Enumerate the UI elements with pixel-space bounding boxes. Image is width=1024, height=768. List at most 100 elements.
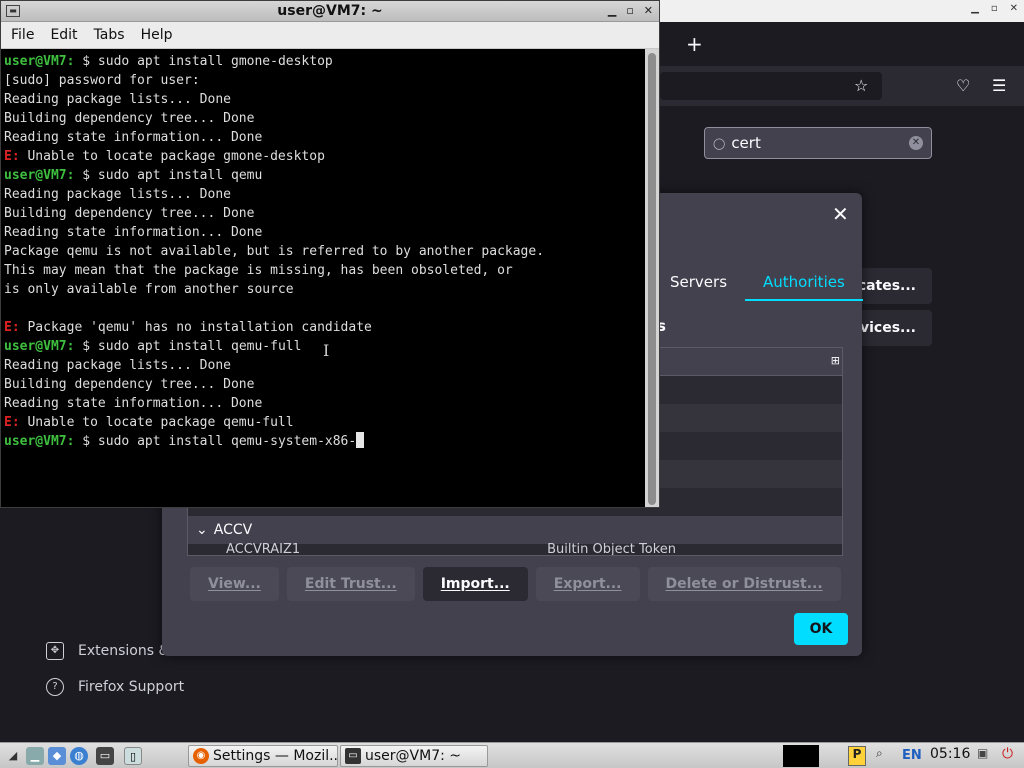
hamburger-menu-icon[interactable]: ☰ xyxy=(992,76,1006,95)
terminal-prompt: user@VM7: xyxy=(4,434,75,449)
settings-search-value: cert xyxy=(731,134,761,152)
desktop: ▁ ▫ ✕ + ☆ ♡ ☰ ◯ cert ✕ cates... vices...… xyxy=(0,0,1024,768)
pocket-icon[interactable]: ♡ xyxy=(956,76,970,95)
terminal-scrollbar[interactable] xyxy=(645,49,659,507)
terminal-line: Reading state information... Done xyxy=(4,394,644,413)
menu-file[interactable]: File xyxy=(3,27,42,43)
terminal-line-text: Reading state information... Done xyxy=(4,225,263,240)
terminal-line: Building dependency tree... Done xyxy=(4,204,644,223)
taskbar: ◢ ▁ ◆ ◍ ▭ ▯ ◉ Settings — Mozil... ▭ user… xyxy=(0,742,1024,768)
keyboard-layout-indicator[interactable]: EN xyxy=(902,748,922,763)
terminal-line-text: Unable to locate package qemu-full xyxy=(19,415,294,430)
browser-icon[interactable]: ◍ xyxy=(70,747,88,765)
scrollbar-thumb[interactable] xyxy=(648,53,656,505)
close-icon[interactable]: ✕ xyxy=(644,4,653,17)
edit-trust-button[interactable]: Edit Trust... xyxy=(286,567,415,601)
minimize-icon[interactable]: ▁ xyxy=(971,3,979,14)
help-icon: ? xyxy=(46,678,64,696)
clipboard-icon[interactable]: P xyxy=(848,746,866,766)
terminal-prompt: user@VM7: xyxy=(4,54,75,69)
clear-search-icon[interactable]: ✕ xyxy=(909,136,923,150)
error-prefix: E: xyxy=(4,415,20,430)
terminal-line-text: $ sudo apt install qemu-full xyxy=(74,339,302,354)
terminal-line: user@VM7: $ sudo apt install qemu-system… xyxy=(4,432,644,451)
certificate-tabs: Servers Authorities xyxy=(652,271,863,303)
terminal-line: [sudo] password for user: xyxy=(4,71,644,90)
power-icon[interactable]: ⏻ xyxy=(1002,746,1013,762)
clock[interactable]: 05:16 xyxy=(930,746,970,762)
terminal-output[interactable]: user@VM7: $ sudo apt install gmone-deskt… xyxy=(4,52,644,507)
terminal-line: Reading state information... Done xyxy=(4,128,644,147)
terminal-line-text: Building dependency tree... Done xyxy=(4,206,255,221)
terminal-menubar: File Edit Tabs Help xyxy=(1,22,659,49)
terminal-line: Reading package lists... Done xyxy=(4,185,644,204)
maximize-icon[interactable]: ▫ xyxy=(626,4,633,17)
terminal-line-text: This may mean that the package is missin… xyxy=(4,263,513,278)
terminal-line-text: Reading package lists... Done xyxy=(4,358,231,373)
firefox-support-label: Firefox Support xyxy=(78,679,185,695)
terminal-line: Building dependency tree... Done xyxy=(4,109,644,128)
terminal-line: user@VM7: $ sudo apt install gmone-deskt… xyxy=(4,52,644,71)
tree-group-row[interactable]: ⌄ ACCV xyxy=(188,516,842,544)
task-firefox[interactable]: ◉ Settings — Mozil... xyxy=(188,745,338,767)
workspace-icon[interactable]: ▯ xyxy=(124,747,142,765)
error-prefix: E: xyxy=(4,149,20,164)
chevron-down-icon: ⌄ xyxy=(196,522,208,538)
terminal-line: is only available from another source xyxy=(4,280,644,299)
start-menu-icon[interactable]: ◢ xyxy=(4,747,22,765)
terminal-line-text: Reading package lists... Done xyxy=(4,92,231,107)
screen-search-icon[interactable]: ⌕ xyxy=(876,746,883,761)
terminal-line: E: Unable to locate package gmone-deskto… xyxy=(4,147,644,166)
terminal-line: Package qemu is not available, but is re… xyxy=(4,242,644,261)
security-devices-label: vices... xyxy=(859,320,916,336)
terminal-icon: ▭ xyxy=(345,748,361,764)
terminal-line: This may mean that the package is missin… xyxy=(4,261,644,280)
menu-tabs[interactable]: Tabs xyxy=(86,27,133,43)
terminal-line: Reading state information... Done xyxy=(4,223,644,242)
dialog-button-row: View... Edit Trust... Import... Export..… xyxy=(190,567,841,601)
extensions-link[interactable]: ✥ Extensions & xyxy=(46,642,169,660)
terminal-prompt: user@VM7: xyxy=(4,339,75,354)
new-tab-icon[interactable]: + xyxy=(686,32,703,56)
cpu-monitor xyxy=(783,745,819,767)
menu-edit[interactable]: Edit xyxy=(42,27,85,43)
view-button[interactable]: View... xyxy=(190,567,279,601)
tab-authorities[interactable]: Authorities xyxy=(745,271,863,301)
dialog-close-icon[interactable]: ✕ xyxy=(832,204,849,224)
error-prefix: E: xyxy=(4,320,20,335)
terminal-line-text: Reading state information... Done xyxy=(4,396,263,411)
tab-servers[interactable]: Servers xyxy=(652,271,745,301)
url-bar[interactable] xyxy=(660,72,882,100)
import-button[interactable]: Import... xyxy=(422,567,528,601)
extensions-link-label: Extensions & xyxy=(78,643,170,659)
table-row[interactable]: ACCVRAIZ1 Builtin Object Token xyxy=(226,542,826,556)
show-desktop-icon[interactable]: ▁ xyxy=(26,747,44,765)
ok-button[interactable]: OK xyxy=(794,613,848,645)
task-terminal[interactable]: ▭ user@VM7: ~ xyxy=(340,745,488,767)
terminal-line: E: Unable to locate package qemu-full xyxy=(4,413,644,432)
delete-or-distrust-button[interactable]: Delete or Distrust... xyxy=(647,567,841,601)
firefox-support-link[interactable]: ? Firefox Support xyxy=(46,678,184,696)
terminal-line-text: $ sudo apt install qemu xyxy=(74,168,263,183)
terminal-line-text: is only available from another source xyxy=(4,282,294,297)
terminal-launcher-icon[interactable]: ▭ xyxy=(96,747,114,765)
menu-help[interactable]: Help xyxy=(133,27,181,43)
minimize-icon[interactable]: ▁ xyxy=(608,4,616,17)
terminal-line-text: Reading state information... Done xyxy=(4,130,263,145)
cert-name-cell: ACCVRAIZ1 xyxy=(226,542,301,556)
terminal-titlebar[interactable]: ▬ user@VM7: ~ ▁ ▫ ✕ xyxy=(1,1,659,22)
settings-search-input[interactable]: ◯ cert ✕ xyxy=(704,127,932,159)
file-manager-icon[interactable]: ◆ xyxy=(48,747,66,765)
bookmark-star-icon[interactable]: ☆ xyxy=(854,76,868,95)
export-button[interactable]: Export... xyxy=(535,567,640,601)
column-picker-icon[interactable]: ⊞ xyxy=(831,354,840,367)
terminal-window: ▬ user@VM7: ~ ▁ ▫ ✕ File Edit Tabs Help … xyxy=(0,0,660,508)
lock-screen-icon[interactable]: ▣ xyxy=(977,746,988,760)
puzzle-icon: ✥ xyxy=(46,642,64,660)
close-icon[interactable]: ✕ xyxy=(1010,3,1018,14)
firefox-icon: ◉ xyxy=(193,748,209,764)
task-terminal-label: user@VM7: ~ xyxy=(365,748,461,764)
terminal-line: Reading package lists... Done xyxy=(4,90,644,109)
maximize-icon[interactable]: ▫ xyxy=(991,3,998,14)
